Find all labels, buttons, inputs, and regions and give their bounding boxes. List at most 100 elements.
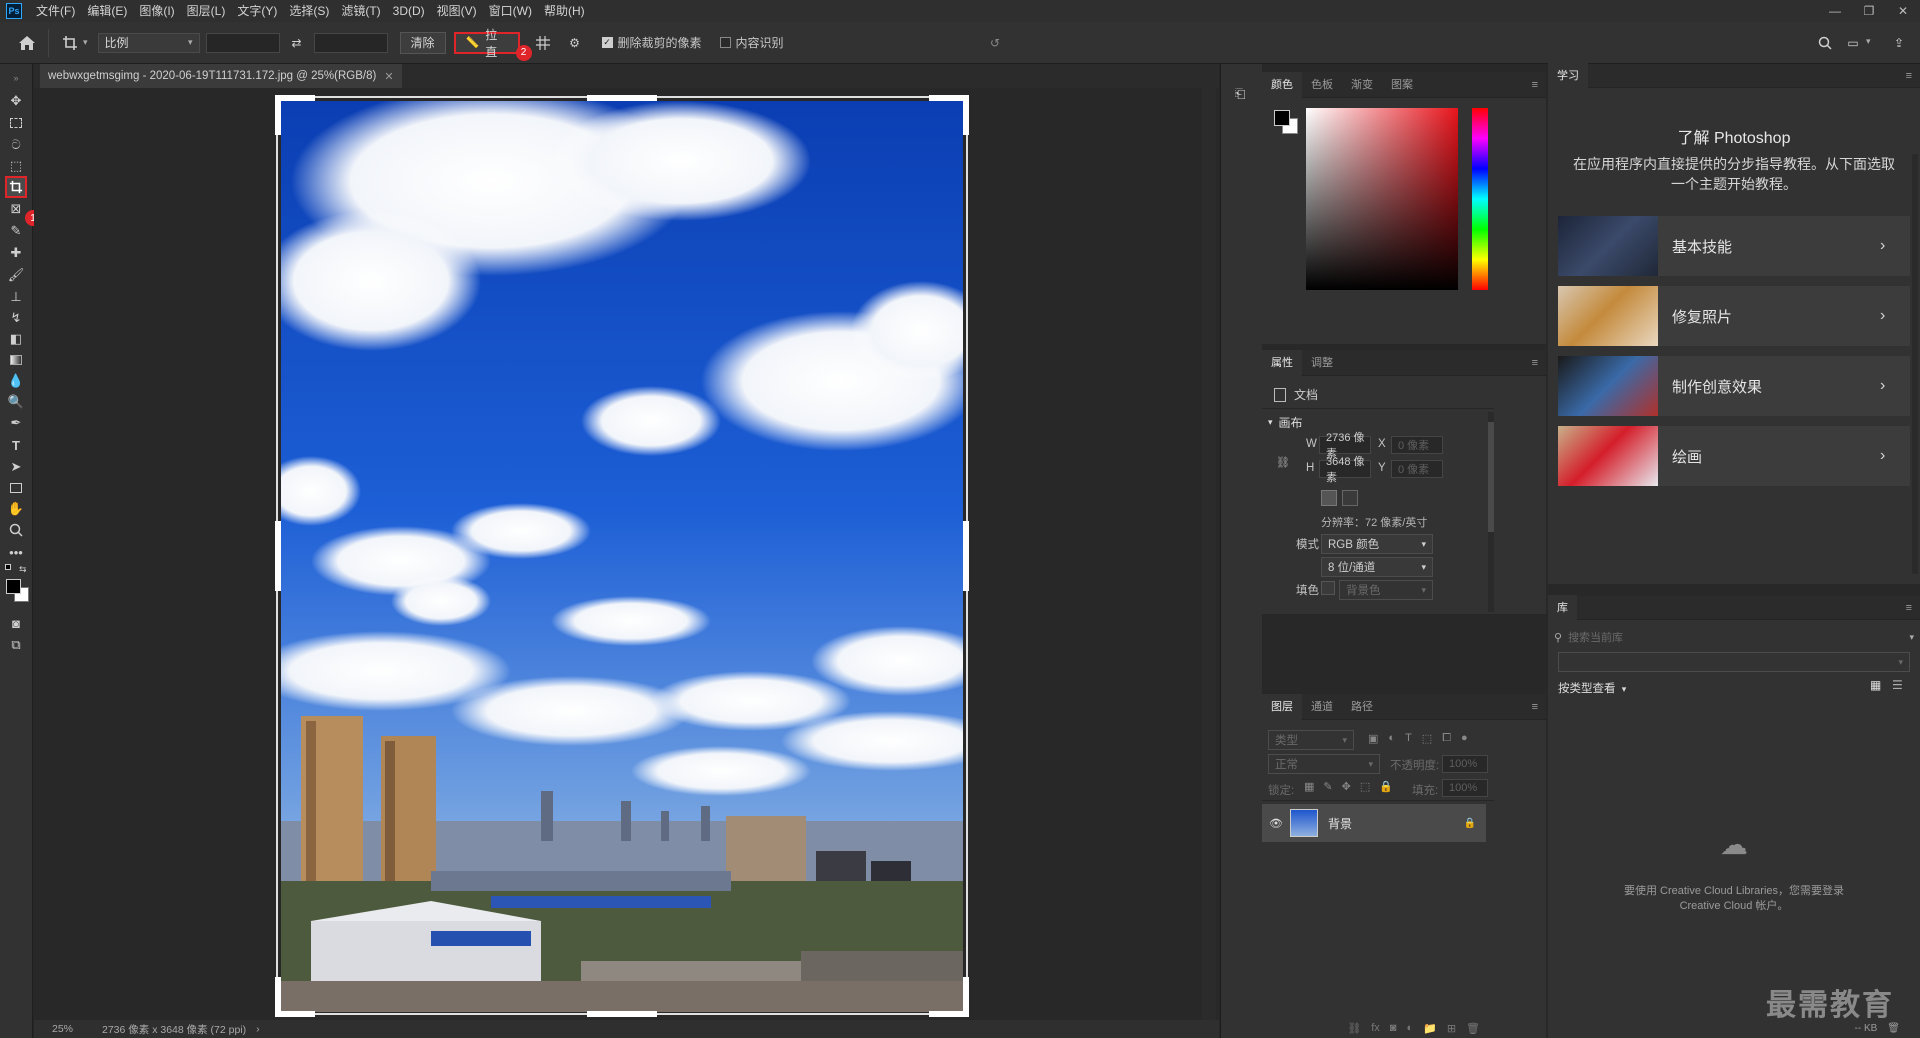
reset-icon[interactable]: ↺ [982, 30, 1008, 56]
fg-bg-swatches[interactable] [1274, 110, 1300, 136]
crop-tool-preset-icon[interactable] [57, 30, 83, 56]
move-tool-icon[interactable]: ✥ [5, 90, 27, 112]
lock-all-icon[interactable]: 🔒 [1379, 780, 1393, 793]
lock-transparent-icon[interactable]: ▦ [1304, 780, 1314, 793]
crop-handle-bottom-left-v[interactable] [275, 977, 281, 1017]
fill-select[interactable]: 背景色 ▾ [1339, 580, 1433, 600]
frame-tool-icon[interactable]: ⊠ [5, 198, 27, 220]
content-aware-checkbox[interactable]: 内容识别 [719, 34, 784, 51]
crop-handle-top-left[interactable] [275, 95, 315, 101]
filter-shape-icon[interactable]: ⬚ [1422, 732, 1432, 745]
y-field[interactable]: 0 像素 [1391, 460, 1443, 478]
chevron-right-icon[interactable]: › [256, 1023, 260, 1035]
ratio-height-input[interactable] [313, 32, 388, 53]
path-select-tool-icon[interactable]: ➤ [5, 456, 27, 478]
height-field[interactable]: 3648 像素 [1319, 456, 1371, 484]
lock-artboard-icon[interactable]: ⬚ [1360, 780, 1370, 793]
panel-menu-icon[interactable]: ≡ [1906, 70, 1912, 82]
eraser-tool-icon[interactable]: ◧ [5, 328, 27, 350]
zoom-level[interactable]: 25% [52, 1023, 102, 1035]
clone-stamp-tool-icon[interactable]: ⊥ [5, 286, 27, 308]
filter-smart-object-icon[interactable]: ⧠ [1442, 732, 1451, 745]
library-search[interactable]: ⚲ 搜索当前库 ▾ [1554, 628, 1914, 646]
layer-style-icon[interactable]: fx [1371, 1022, 1380, 1034]
color-field[interactable] [1306, 108, 1458, 290]
crop-handle-bottom-right-v[interactable] [963, 977, 969, 1017]
filter-adjustment-icon[interactable]: ◐ [1388, 732, 1395, 745]
brush-tool-icon[interactable]: 🖌 [5, 264, 27, 286]
straighten-button[interactable]: 📏 拉直 [453, 28, 520, 59]
menu-select[interactable]: 选择(S) [283, 0, 335, 22]
tab-channels[interactable]: 通道 [1302, 694, 1342, 720]
new-layer-icon[interactable]: ⊞ [1447, 1022, 1456, 1035]
type-tool-icon[interactable]: T [5, 434, 27, 456]
view-by-type-select[interactable]: 按类型查看 ▾ [1558, 680, 1626, 696]
delete-icon[interactable]: 🗑 [1887, 1023, 1900, 1034]
tab-learn[interactable]: 学习 [1548, 62, 1588, 89]
panel-menu-icon[interactable]: ≡ [1532, 79, 1538, 91]
eyedropper-tool-icon[interactable]: ✎ [5, 220, 27, 242]
swap-icon[interactable]: ⇄ [284, 30, 310, 56]
share-icon[interactable]: ⇪ [1886, 30, 1912, 56]
crop-handle-top-right-v[interactable] [963, 95, 969, 135]
zoom-tool-icon[interactable] [5, 519, 27, 541]
list-view-icon[interactable]: ☰ [1892, 678, 1903, 692]
crop-tool-icon[interactable] [5, 176, 27, 198]
document-image[interactable] [281, 101, 963, 1012]
close-icon[interactable]: ✕ [1886, 0, 1920, 22]
mode-select[interactable]: RGB 颜色 ▾ [1321, 534, 1433, 554]
rectangle-tool-icon[interactable] [5, 477, 27, 499]
properties-scrollbar[interactable] [1488, 412, 1494, 612]
history-brush-tool-icon[interactable]: ↯ [5, 307, 27, 329]
tab-properties[interactable]: 属性 [1262, 349, 1302, 376]
menu-help[interactable]: 帮助(H) [538, 0, 591, 22]
crop-handle-top-left-v[interactable] [275, 95, 281, 135]
tab-libraries[interactable]: 库 [1548, 594, 1577, 621]
menu-type[interactable]: 文字(Y) [231, 0, 283, 22]
more-tools-icon[interactable]: ••• [5, 541, 27, 563]
canvas-scrollbar[interactable] [1202, 88, 1216, 1020]
learn-scrollbar[interactable] [1912, 154, 1918, 574]
learn-item-painting[interactable]: 绘画 › [1558, 426, 1910, 486]
crop-handle-bottom-left[interactable] [275, 1011, 315, 1017]
menu-edit[interactable]: 编辑(E) [81, 0, 133, 22]
restore-icon[interactable]: ❐ [1852, 0, 1886, 22]
foreground-color-swatch[interactable] [6, 579, 21, 594]
document-tab[interactable]: webwxgetmsgimg - 2020-06-19T111731.172.j… [40, 64, 402, 88]
grid-overlay-icon[interactable] [530, 30, 556, 56]
blend-mode-select[interactable]: 正常 ▾ [1268, 754, 1380, 774]
learn-item-creative-effects[interactable]: 制作创意效果 › [1558, 356, 1910, 416]
bit-depth-select[interactable]: 8 位/通道 ▾ [1321, 557, 1433, 577]
opacity-field[interactable]: 100% [1442, 755, 1488, 773]
learn-item-fix-photo[interactable]: 修复照片 › [1558, 286, 1910, 346]
menu-view[interactable]: 视图(V) [431, 0, 483, 22]
collapse-icon[interactable]: » [5, 72, 27, 84]
lock-position-icon[interactable]: ✥ [1342, 780, 1351, 793]
link-layers-icon[interactable]: ⛓ [1347, 1022, 1361, 1035]
tab-paths[interactable]: 路径 [1342, 694, 1382, 720]
layer-row-background[interactable]: 👁 背景 🔒 [1262, 804, 1486, 842]
menu-filter[interactable]: 滤镜(T) [335, 0, 386, 22]
history-panel-icon[interactable]: ⎗ [1235, 86, 1255, 106]
panel-menu-icon[interactable]: ≡ [1532, 357, 1538, 369]
blur-tool-icon[interactable]: 💧 [5, 370, 27, 392]
ratio-select[interactable]: 比例 ▾ [97, 32, 200, 53]
tab-layers[interactable]: 图层 [1262, 693, 1302, 720]
canvas-section-header[interactable]: ▾ 画布 [1268, 414, 1303, 431]
clear-button[interactable]: 清除 [399, 31, 446, 54]
filter-pixel-icon[interactable]: ▣ [1368, 732, 1378, 745]
filter-toggle-icon[interactable]: ● [1461, 732, 1468, 745]
crop-handle-left[interactable] [275, 521, 281, 591]
hand-tool-icon[interactable]: ✋ [5, 498, 27, 520]
color-swatches[interactable] [5, 578, 31, 604]
marquee-tool-icon[interactable] [5, 112, 27, 134]
x-field[interactable]: 0 像素 [1391, 436, 1443, 454]
menu-3d[interactable]: 3D(D) [387, 0, 431, 22]
tab-swatches[interactable]: 色板 [1302, 72, 1342, 98]
healing-brush-tool-icon[interactable]: ✚ [5, 242, 27, 264]
delete-layer-icon[interactable]: 🗑 [1466, 1022, 1480, 1035]
panel-menu-icon[interactable]: ≡ [1532, 701, 1538, 713]
search-icon[interactable] [1812, 30, 1838, 56]
menu-image[interactable]: 图像(I) [133, 0, 180, 22]
learn-item-fundamentals[interactable]: 基本技能 › [1558, 216, 1910, 276]
